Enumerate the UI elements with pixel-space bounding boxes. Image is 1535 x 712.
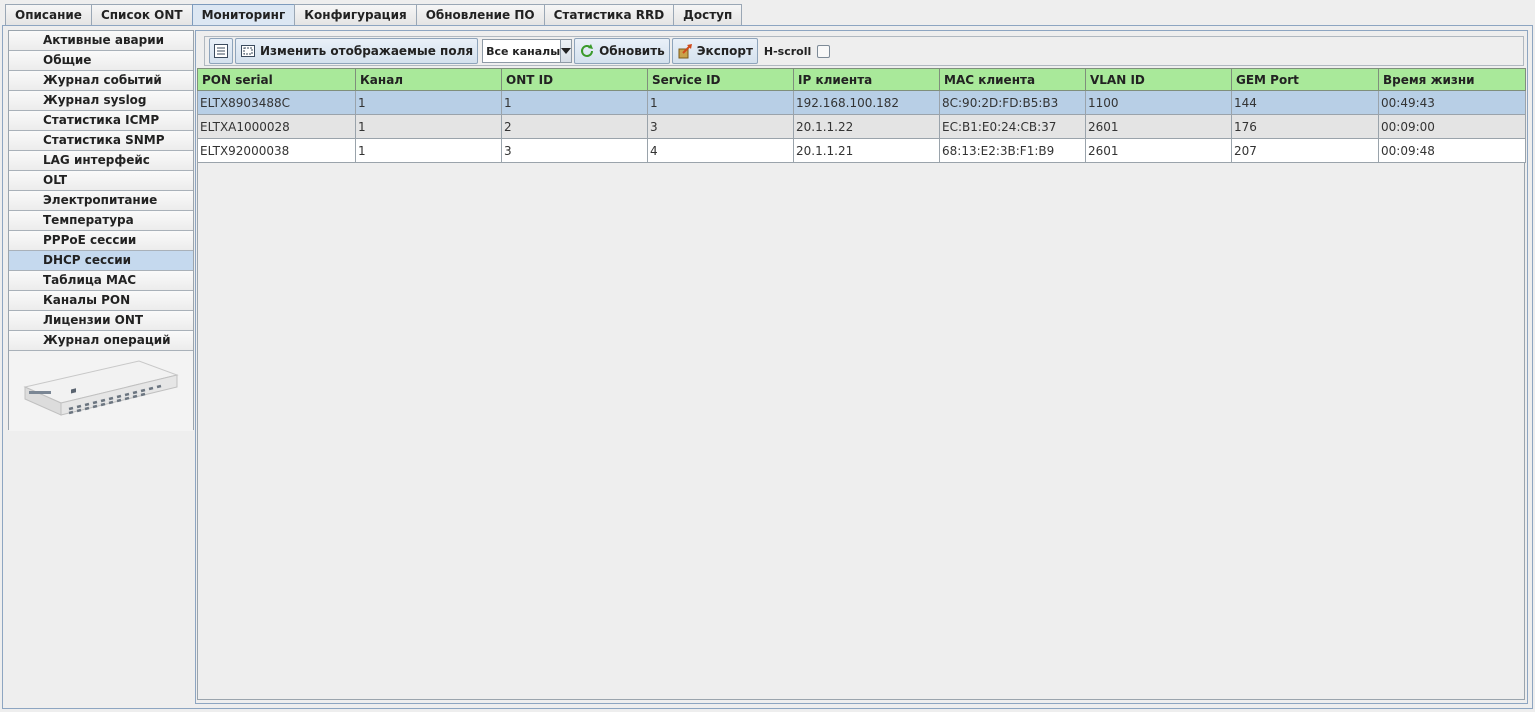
sidebar-item-olt[interactable]: OLT xyxy=(9,171,193,191)
cell-ont-id: 2 xyxy=(501,114,648,139)
hscroll-toggle[interactable]: H-scroll xyxy=(763,44,831,58)
refresh-icon xyxy=(579,43,595,59)
cell-gem-port: 176 xyxy=(1231,114,1379,139)
sidebar-item-ont-licenses[interactable]: Лицензии ONT xyxy=(9,311,193,331)
tab-access[interactable]: Доступ xyxy=(673,4,743,25)
content-panel: Изменить отображаемые поля Все каналы Об… xyxy=(195,30,1528,704)
toolbar: Изменить отображаемые поля Все каналы Об… xyxy=(204,36,1524,66)
cell-client-ip: 20.1.1.22 xyxy=(793,114,940,139)
column-header-ont-id[interactable]: ONT ID xyxy=(501,68,648,91)
column-header-client-ip[interactable]: IP клиента xyxy=(793,68,940,91)
column-header-vlan-id[interactable]: VLAN ID xyxy=(1085,68,1232,91)
sidebar-item-snmp-stats[interactable]: Статистика SNMP xyxy=(9,131,193,151)
sidebar-item-lag[interactable]: LAG интерфейс xyxy=(9,151,193,171)
cell-channel: 1 xyxy=(355,90,502,115)
cell-gem-port: 144 xyxy=(1231,90,1379,115)
tab-ont-list[interactable]: Список ONT xyxy=(90,4,193,25)
channel-select[interactable]: Все каналы xyxy=(482,39,573,63)
export-label: Экспорт xyxy=(696,44,753,58)
sidebar-item-icmp-stats[interactable]: Статистика ICMP xyxy=(9,111,193,131)
cell-client-mac: 68:13:E2:3B:F1:B9 xyxy=(939,138,1086,163)
cell-vlan-id: 1100 xyxy=(1085,90,1232,115)
tab-monitoring[interactable]: Мониторинг xyxy=(191,4,296,26)
table-header-row: PON serial Канал ONT ID Service ID IP кл… xyxy=(197,68,1526,91)
cell-client-mac: EC:B1:E0:24:CB:37 xyxy=(939,114,1086,139)
tab-firmware-update[interactable]: Обновление ПО xyxy=(415,4,545,25)
refresh-button[interactable]: Обновить xyxy=(574,38,670,64)
hscroll-label: H-scroll xyxy=(763,44,812,58)
tab-rrd-statistics[interactable]: Статистика RRD xyxy=(543,4,675,25)
column-settings-button[interactable] xyxy=(209,38,233,64)
sidebar-item-general[interactable]: Общие xyxy=(9,51,193,71)
sidebar-item-pon-channels[interactable]: Каналы PON xyxy=(9,291,193,311)
cell-service-id: 3 xyxy=(647,114,794,139)
device-image-panel xyxy=(9,351,193,431)
column-header-lifetime[interactable]: Время жизни xyxy=(1378,68,1526,91)
column-header-pon-serial[interactable]: PON serial xyxy=(197,68,356,91)
column-header-channel[interactable]: Канал xyxy=(355,68,502,91)
cell-ont-id: 3 xyxy=(501,138,648,163)
tab-configuration[interactable]: Конфигурация xyxy=(294,4,417,25)
cell-ont-id: 1 xyxy=(501,90,648,115)
sidebar-item-pppoe[interactable]: PPPoE сессии xyxy=(9,231,193,251)
cell-service-id: 4 xyxy=(647,138,794,163)
cell-pon-serial: ELTX92000038 xyxy=(197,138,356,163)
cell-lifetime: 00:49:43 xyxy=(1378,90,1526,115)
cell-gem-port: 207 xyxy=(1231,138,1379,163)
sidebar-item-syslog[interactable]: Журнал syslog xyxy=(9,91,193,111)
chevron-down-icon[interactable] xyxy=(560,40,572,62)
olt-device-image xyxy=(23,360,179,416)
fields-icon xyxy=(240,43,256,59)
column-header-client-mac[interactable]: MAC клиента xyxy=(939,68,1086,91)
cell-pon-serial: ELTX8903488C xyxy=(197,90,356,115)
tab-description[interactable]: Описание xyxy=(5,4,92,25)
cell-vlan-id: 2601 xyxy=(1085,138,1232,163)
table-row[interactable]: ELTX8903488C 1 1 1 192.168.100.182 8C:90… xyxy=(197,90,1526,115)
sidebar-item-active-alarms[interactable]: Активные аварии xyxy=(9,31,193,51)
sidebar-item-event-log[interactable]: Журнал событий xyxy=(9,71,193,91)
cell-vlan-id: 2601 xyxy=(1085,114,1232,139)
sidebar-item-operations-log[interactable]: Журнал операций xyxy=(9,331,193,351)
cell-service-id: 1 xyxy=(647,90,794,115)
list-icon xyxy=(213,43,229,59)
export-button[interactable]: Экспорт xyxy=(671,38,758,64)
hscroll-checkbox[interactable] xyxy=(817,44,831,58)
change-fields-label: Изменить отображаемые поля xyxy=(260,44,474,58)
cell-lifetime: 00:09:00 xyxy=(1378,114,1526,139)
column-header-gem-port[interactable]: GEM Port xyxy=(1231,68,1379,91)
cell-pon-serial: ELTXA1000028 xyxy=(197,114,356,139)
top-tab-bar: Описание Список ONT Мониторинг Конфигура… xyxy=(5,4,743,26)
cell-lifetime: 00:09:48 xyxy=(1378,138,1526,163)
cell-client-ip: 20.1.1.21 xyxy=(793,138,940,163)
cell-client-mac: 8C:90:2D:FD:B5:B3 xyxy=(939,90,1086,115)
sidebar-item-power[interactable]: Электропитание xyxy=(9,191,193,211)
cell-channel: 1 xyxy=(355,138,502,163)
table-row[interactable]: ELTXA1000028 1 2 3 20.1.1.22 EC:B1:E0:24… xyxy=(197,114,1526,139)
cell-client-ip: 192.168.100.182 xyxy=(793,90,940,115)
sidebar-item-mac-table[interactable]: Таблица MAC xyxy=(9,271,193,291)
cell-channel: 1 xyxy=(355,114,502,139)
export-icon xyxy=(677,43,693,59)
refresh-label: Обновить xyxy=(599,44,665,58)
sidebar-item-temperature[interactable]: Температура xyxy=(9,211,193,231)
channel-select-value: Все каналы xyxy=(486,44,561,58)
change-fields-button[interactable]: Изменить отображаемые поля xyxy=(235,38,479,64)
sidebar-item-dhcp[interactable]: DHCP сессии xyxy=(9,251,193,271)
table-row[interactable]: ELTX92000038 1 3 4 20.1.1.21 68:13:E2:3B… xyxy=(197,138,1526,163)
dhcp-sessions-table: PON serial Канал ONT ID Service ID IP кл… xyxy=(197,68,1526,163)
sidebar: Активные аварии Общие Журнал событий Жур… xyxy=(8,30,194,431)
column-header-service-id[interactable]: Service ID xyxy=(647,68,794,91)
